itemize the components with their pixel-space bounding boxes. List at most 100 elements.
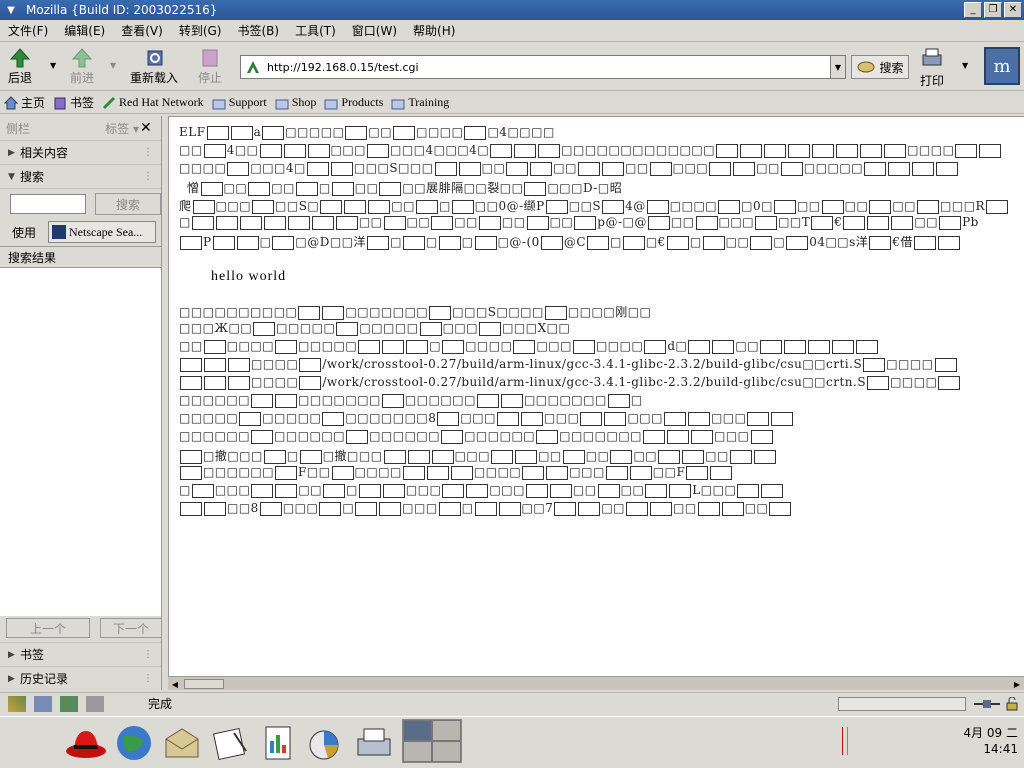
binary-garbage-line: □□□□□ □□□□□ □□□□□□□8 □□□ □□□ □□□ □□□ [179, 411, 794, 426]
url-bar[interactable] [240, 55, 846, 79]
menu-tools[interactable]: 工具(T) [287, 22, 344, 39]
page-content[interactable]: ELF a □□□□□ □□ □□□□ □4□□□□ □□ 4□□ □□□ □□□4□□□4□ □… [168, 116, 1024, 676]
reload-button[interactable]: 重新载入 [130, 47, 178, 86]
scroll-right-icon[interactable]: ▶ [1010, 677, 1024, 691]
back-arrow-icon [8, 47, 32, 69]
grip-icon: ⋮ [143, 147, 153, 158]
section-label: 书签 [20, 648, 45, 662]
menu-go[interactable]: 转到(G) [171, 22, 230, 39]
mail-icon[interactable] [34, 695, 52, 712]
link-icon [102, 96, 116, 109]
workspace-1[interactable] [403, 720, 432, 741]
binary-garbage-line: 憎 □□ □□ □ □□ □□展腓隔□□裂□□ □□□D-□昭 [187, 181, 623, 196]
bookmark-label: 书签 [70, 96, 95, 110]
security-lock-icon[interactable] [1004, 696, 1020, 711]
bookmark-rhn[interactable]: Red Hat Network [98, 95, 208, 110]
search-results-list[interactable] [0, 268, 161, 616]
email-launcher-icon[interactable] [160, 721, 204, 765]
browser-launcher-icon[interactable] [112, 721, 156, 765]
bookmark-home[interactable]: 主页 [0, 94, 49, 111]
sidebar-section-search[interactable]: ▼ 搜索 ⋮ [0, 164, 161, 188]
menu-bookmarks[interactable]: 书签(B) [229, 22, 287, 39]
menu-window[interactable]: 窗口(W) [344, 22, 405, 39]
binary-garbage-line: ELF a □□□□□ □□ □□□□ □4□□□□ [179, 125, 555, 140]
back-button[interactable]: 后退 [8, 47, 32, 86]
workspace-2[interactable] [432, 720, 461, 741]
menu-view[interactable]: 查看(V) [113, 22, 171, 39]
window-title: Mozilla {Build ID: 2003022516} [26, 3, 218, 17]
binary-garbage-line: □□□□□□ □□□□□□ □□□□□□ □□□□□□ □□□□□□□ □□□ [179, 429, 774, 444]
print-button[interactable]: 打印 [920, 47, 944, 89]
binary-path-line: □□□□/work/crosstool-0.27/build/arm-linux… [179, 375, 961, 390]
stop-button[interactable]: 停止 [198, 47, 222, 86]
path-text: /work/crosstool-0.27/build/arm-linux/gcc… [322, 375, 803, 389]
stop-icon [198, 47, 222, 69]
forward-dropdown-icon[interactable]: ▼ [110, 61, 116, 70]
scrollbar-thumb[interactable] [184, 679, 224, 689]
binary-garbage-line: □□□□□□ F□□ □□□□ □□□□ □□□ □□F [179, 465, 733, 480]
redhat-menu-icon[interactable] [64, 721, 108, 765]
binary-garbage-line: □ □□□ □□ □ □□□ □□□ □□ □□ L□□□ [179, 483, 784, 498]
bookmark-bookmarks[interactable]: 书签 [49, 94, 98, 111]
url-dropdown-icon[interactable]: ▼ [830, 55, 846, 79]
hello-world-text: hello world [211, 269, 287, 284]
workspace-switcher[interactable] [402, 719, 462, 763]
scroll-left-icon[interactable]: ◀ [168, 677, 182, 691]
url-input[interactable] [267, 60, 845, 74]
mozilla-logo-icon[interactable]: m [984, 47, 1020, 85]
sidebar-section-history[interactable]: ▶ 历史记录 ⋮ [0, 666, 161, 690]
search-button[interactable]: 搜索 [851, 55, 909, 79]
menu-edit[interactable]: 编辑(E) [56, 22, 113, 39]
bookmark-label: Training [408, 95, 450, 109]
navigator-icon[interactable] [8, 695, 26, 712]
print-manager-icon[interactable] [352, 721, 396, 765]
sidebar-close-icon[interactable]: ✕ [140, 120, 152, 136]
writer-launcher-icon[interactable] [208, 721, 252, 765]
search-engine-select[interactable]: Netscape Sea... [48, 221, 156, 243]
bookmark-products[interactable]: Products [320, 95, 387, 110]
address-book-icon[interactable] [86, 695, 104, 712]
bookmark-shop[interactable]: Shop [271, 95, 321, 110]
sidebar-tabs-menu[interactable]: 标签 ▾ [105, 120, 139, 137]
search-engine-label: Netscape Sea... [69, 224, 143, 239]
clock[interactable]: 4月 09 二 14:41 [963, 725, 1018, 757]
menu-help[interactable]: 帮助(H) [405, 22, 463, 39]
expand-arrow-icon: ▶ [8, 649, 15, 660]
impress-launcher-icon[interactable] [256, 721, 300, 765]
back-dropdown-icon[interactable]: ▼ [50, 61, 56, 70]
forward-button[interactable]: 前进 [70, 47, 94, 86]
minimize-button[interactable]: _ [964, 2, 982, 18]
bookmark-training[interactable]: Training [387, 95, 453, 110]
clock-date: 4月 09 二 [963, 726, 1018, 740]
next-button[interactable]: 下一个 [100, 618, 162, 638]
workspace-3[interactable] [403, 741, 432, 762]
window-menu-icon[interactable]: ▼ [2, 1, 20, 19]
expand-arrow-icon: ▶ [8, 147, 15, 158]
panel-separator [842, 727, 848, 755]
workspace-4[interactable] [432, 741, 461, 762]
use-label: 使用 [12, 226, 37, 240]
progress-bar [838, 697, 966, 711]
close-button[interactable]: ✕ [1004, 2, 1022, 18]
sidebar-search-button[interactable]: 搜索 [95, 193, 161, 215]
maximize-button[interactable]: ❐ [984, 2, 1002, 18]
clock-time: 14:41 [983, 742, 1018, 756]
print-dropdown-icon[interactable]: ▼ [962, 61, 968, 70]
sidebar-section-bookmarks[interactable]: ▶ 书签 ⋮ [0, 642, 161, 666]
search-results-header: 搜索结果 [0, 246, 161, 268]
composer-icon[interactable] [60, 695, 78, 712]
bookmark-support[interactable]: Support [208, 95, 271, 110]
sidebar-section-related[interactable]: ▶ 相关内容 ⋮ [0, 140, 161, 164]
horizontal-scrollbar[interactable]: ◀ ▶ [168, 676, 1024, 690]
collapse-arrow-icon: ▼ [8, 171, 15, 182]
bookmark-label: Red Hat Network [119, 95, 204, 109]
binary-garbage-line: □□□□ □□□4□ □□□S□□□ □□ □□ □□ □□□ □□ □□□□□ [179, 161, 959, 176]
menu-file[interactable]: 文件(F) [0, 22, 56, 39]
forward-label: 前进 [70, 71, 95, 85]
binary-garbage-line: □□8 □□□ □ □□□ □ □□7 □□ □□ □□ [179, 501, 792, 516]
binary-garbage-line: □撤□□□ □ □撤□□□ □□□ □□ □□ □□ □□ [179, 447, 777, 464]
sidebar-search-input[interactable] [10, 194, 86, 214]
prev-button[interactable]: 上一个 [6, 618, 90, 638]
online-status-icon[interactable] [974, 697, 1000, 711]
calc-launcher-icon[interactable] [304, 721, 348, 765]
